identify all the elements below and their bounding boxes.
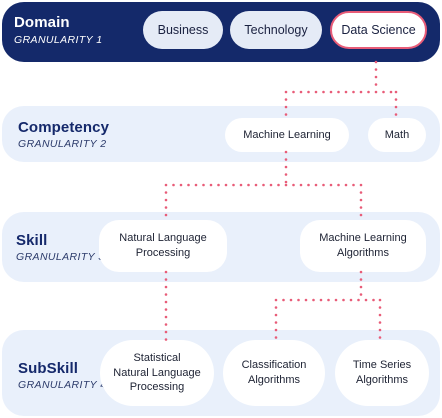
skill-band: Skill GRANULARITY 3 Natural Language Pro… [2,212,440,282]
skill-ml-algorithms-node: Machine Learning Algorithms [300,220,426,272]
level-title: SubSkill [18,360,78,377]
competency-machine-learning-node: Machine Learning [225,118,349,152]
level-title: Skill [16,232,48,249]
subskill-classification-node: Classification Algorithms [223,340,325,406]
taxonomy-diagram: Domain GRANULARITY 1 Business Technology… [0,0,442,418]
domain-business-node: Business [143,11,223,49]
subskill-time-series-node: Time Series Algorithms [335,340,429,406]
level-title: Competency [18,119,110,136]
domain-data-science-node: Data Science [330,11,427,49]
competency-band: Competency GRANULARITY 2 Machine Learnin… [2,106,440,162]
level-subtitle: GRANULARITY 3 [16,251,105,263]
subskill-statistical-nlp-node: Statistical Natural Language Processing [100,340,214,406]
level-title: Domain [14,14,70,31]
level-subtitle: GRANULARITY 4 [18,379,107,391]
subskill-band: SubSkill GRANULARITY 4 Statistical Natur… [2,330,440,416]
skill-nlp-node: Natural Language Processing [99,220,227,272]
domain-band: Domain GRANULARITY 1 Business Technology… [2,2,440,62]
competency-math-node: Math [368,118,426,152]
domain-technology-node: Technology [230,11,322,49]
connector-ml-to-skill [164,150,363,222]
level-subtitle: GRANULARITY 2 [18,138,107,150]
level-subtitle: GRANULARITY 1 [14,34,103,46]
